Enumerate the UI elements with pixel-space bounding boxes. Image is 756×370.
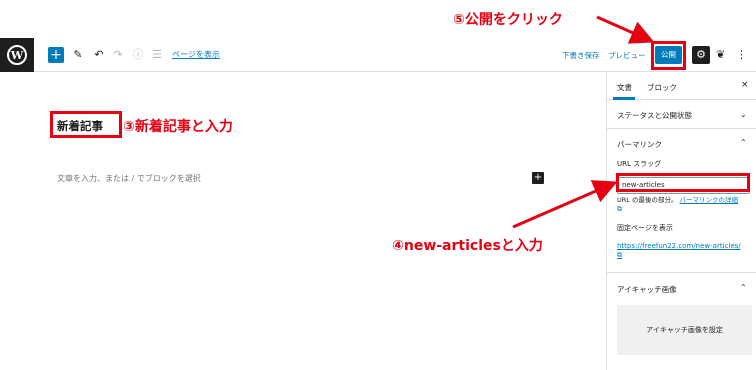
annotation-strip (0, 0, 756, 38)
tab-block[interactable]: ブロック (647, 82, 677, 93)
set-featured-image-label: アイキャッチ画像を設定 (646, 326, 723, 334)
close-icon[interactable]: × (741, 80, 749, 90)
permalink-details-link[interactable]: パーマリンクの詳細 (680, 196, 739, 204)
url-help-text: URL の最後の部分。 パーマリンクの詳細 ⧉ (617, 196, 753, 214)
settings-sidebar: 文書 ブロック × ステータスと公開状態 ⌄ パーマリンク ⌃ URL スラッグ… (606, 72, 756, 370)
permalink-panel-title[interactable]: パーマリンク (617, 139, 662, 150)
view-page-link[interactable]: ページを表示 (172, 49, 220, 60)
annotation-step5: ⑤公開をクリック (453, 12, 563, 28)
title-highlight-box (50, 111, 122, 138)
block-placeholder[interactable]: 文章を入力、または / でブロックを選択 (57, 173, 201, 184)
chevron-up-icon[interactable]: ⌃ (740, 138, 747, 147)
view-page-label: 固定ページを表示 (617, 224, 673, 232)
settings-gear-icon[interactable]: ⚙ (692, 46, 710, 64)
permalink-url-link[interactable]: https://freefun22.com/new-articles/ ⧉ (617, 242, 753, 260)
set-featured-image-button[interactable]: アイキャッチ画像を設定 (617, 305, 752, 355)
url-help-prefix: URL の最後の部分。 (617, 196, 678, 204)
featured-panel-title[interactable]: アイキャッチ画像 (617, 284, 677, 295)
add-block-button[interactable]: + (48, 47, 64, 63)
status-visibility-panel[interactable]: ステータスと公開状態 ⌄ (607, 100, 756, 129)
external-link-icon[interactable]: ⧉ (617, 205, 622, 213)
chevron-up-icon-2[interactable]: ⌃ (740, 283, 747, 292)
plugin-leaf-icon[interactable]: ❦ (716, 47, 725, 63)
external-link-icon-2[interactable]: ⧉ (617, 251, 622, 259)
list-view-icon[interactable]: ☰ (150, 47, 164, 63)
url-slug-label: URL スラッグ (617, 160, 662, 168)
pencil-icon[interactable]: ✎ (71, 47, 85, 63)
slug-highlight-box (616, 173, 750, 192)
info-icon[interactable]: ⓘ (131, 47, 145, 63)
redo-icon[interactable]: ↷ (111, 47, 125, 63)
status-panel-title[interactable]: ステータスと公開状態 (617, 110, 692, 121)
sidebar-tabs: 文書 ブロック × (607, 72, 756, 100)
inline-add-block-button[interactable]: + (532, 172, 544, 184)
editor-toolbar: W + ✎ ↶ ↷ ⓘ ☰ ページを表示 下書き保存 プレビュー 公開 ⚙ ❦ … (0, 38, 756, 72)
wordpress-logo-icon[interactable]: W (0, 38, 34, 72)
undo-icon[interactable]: ↶ (92, 47, 106, 63)
more-options-icon[interactable]: ⋮ (736, 47, 747, 63)
publish-highlight-box (651, 41, 686, 70)
permalink-url-text[interactable]: https://freefun22.com/new-articles/ (617, 242, 741, 250)
annotation-step4: ④new-articlesと入力 (392, 238, 543, 254)
save-draft-button[interactable]: 下書き保存 (562, 50, 600, 61)
tab-document[interactable]: 文書 (617, 82, 632, 93)
preview-button[interactable]: プレビュー (608, 50, 646, 61)
chevron-down-icon[interactable]: ⌄ (740, 110, 747, 119)
annotation-step3: ③新着記事と入力 (123, 119, 233, 135)
